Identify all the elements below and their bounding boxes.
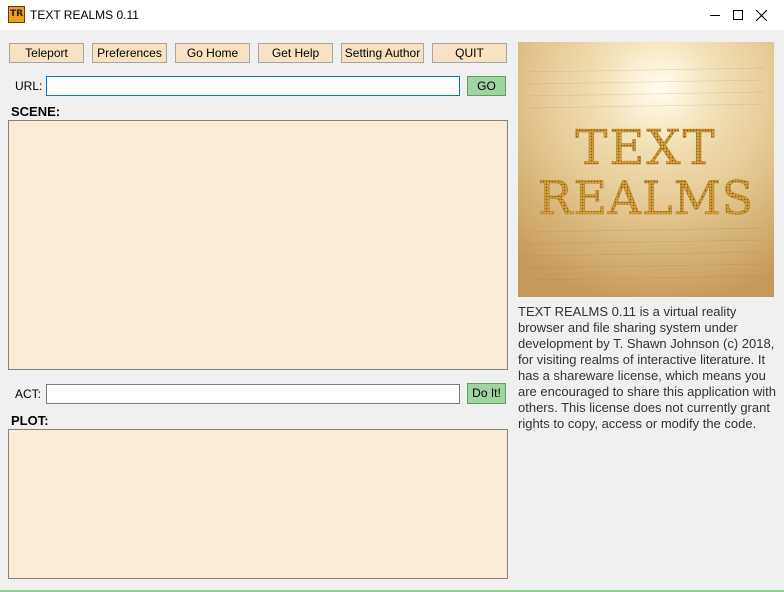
- title-bar: TR TEXT REALMS 0.11: [0, 0, 784, 30]
- close-icon: [755, 9, 767, 21]
- act-input[interactable]: [46, 384, 460, 404]
- window-title: TEXT REALMS 0.11: [30, 8, 139, 22]
- teleport-button[interactable]: Teleport: [9, 43, 84, 63]
- quit-button[interactable]: QUIT: [432, 43, 507, 63]
- plot-pane[interactable]: [8, 429, 508, 579]
- logo-line-2: REALMS: [538, 171, 755, 225]
- app-icon: TR: [8, 6, 25, 23]
- setting-author-button[interactable]: Setting Author: [341, 43, 424, 63]
- preferences-button[interactable]: Preferences: [92, 43, 167, 63]
- close-button[interactable]: [738, 0, 784, 30]
- scene-pane[interactable]: [8, 120, 508, 370]
- plot-label: PLOT:: [11, 413, 49, 428]
- do-it-button[interactable]: Do It!: [467, 383, 506, 404]
- url-label: URL:: [15, 79, 43, 93]
- act-label: ACT:: [15, 387, 42, 401]
- go-button[interactable]: GO: [467, 76, 506, 96]
- get-help-button[interactable]: Get Help: [258, 43, 333, 63]
- url-input[interactable]: [46, 76, 460, 96]
- app-description: TEXT REALMS 0.11 is a virtual reality br…: [518, 304, 776, 431]
- go-home-button[interactable]: Go Home: [175, 43, 250, 63]
- logo-line-1: TEXT: [575, 120, 716, 176]
- text-realms-logo: TEXT REALMS: [518, 42, 774, 297]
- scene-label: SCENE:: [11, 104, 61, 119]
